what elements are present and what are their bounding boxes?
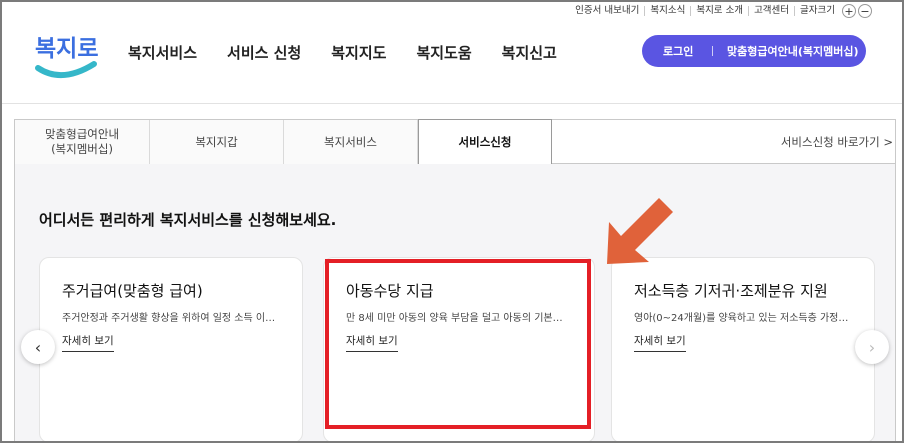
tab-welfare-services[interactable]: 복지서비스 [284,120,418,164]
font-size-increase-button[interactable]: + [842,4,856,18]
header-divider [2,103,902,104]
util-link-customer-center[interactable]: 고객센터 [749,6,796,16]
pill-divider [712,46,713,56]
service-panel: 맞춤형급여안내 (복지멤버십) 복지지갑 복지서비스 서비스신청 서비스신청 바로… [14,119,896,441]
global-nav: 복지서비스 서비스 신청 복지지도 복지도움 복지신고 [128,42,557,63]
font-size-label: 글자크기 [800,5,835,16]
section-headline: 어디서든 편리하게 복지서비스를 신청해보세요. [39,211,337,229]
tab-label: 맞춤형급여안내 (복지멤버십) [44,127,120,156]
logo-text: 복지로 [35,36,98,62]
util-link-news[interactable]: 복지소식 [645,6,692,16]
utility-bar: 인증서 내보내기 복지소식 복지로 소개 고객센터 글자크기 + − [570,3,872,19]
service-card-diaper-formula[interactable]: 저소득층 기저귀·조제분유 지원 영아(0~24개월)를 양육하고 있는 저소득… [611,257,875,441]
tab-label: 서비스신청 [458,134,512,149]
card-description: 영아(0~24개월)를 양육하고 있는 저소득층 가정… [634,313,849,324]
login-membership-pill: 로그인 맞춤형급여안내(복지멤버십) [642,35,866,67]
browser-frame: 인증서 내보내기 복지소식 복지로 소개 고객센터 글자크기 + − 복지로 복… [0,0,904,443]
gnb-welfare-map[interactable]: 복지지도 [331,42,386,63]
gnb-service-apply[interactable]: 서비스 신청 [227,42,301,63]
chevron-right-icon: › [868,337,876,357]
tab-customized-benefit[interactable]: 맞춤형급여안내 (복지멤버십) [15,120,150,164]
carousel-next-button[interactable]: › [855,330,889,364]
site-logo[interactable]: 복지로 [32,26,100,88]
card-description: 주거안정과 주거생활 향상을 위하여 일정 소득 이… [62,313,276,324]
logo-icon: 복지로 [35,36,98,78]
card-title: 주거급여(맞춤형 급여) [62,282,203,300]
card-title: 저소득층 기저귀·조제분유 지원 [634,282,828,300]
chevron-left-icon: ‹ [34,337,42,357]
panel-tabs: 맞춤형급여안내 (복지멤버십) 복지지갑 복지서비스 서비스신청 서비스신청 바로… [15,119,895,164]
util-link-cert-export[interactable]: 인증서 내보내기 [570,6,646,16]
font-size-decrease-button[interactable]: − [858,4,872,18]
customized-benefit-button[interactable]: 맞춤형급여안내(복지멤버십) [727,43,859,59]
util-link-about[interactable]: 복지로 소개 [691,6,750,16]
highlight-box [325,259,591,429]
tab-label: 복지지갑 [195,134,238,149]
service-card-housing[interactable]: 주거급여(맞춤형 급여) 주거안정과 주거생활 향상을 위하여 일정 소득 이…… [39,257,303,441]
gnb-welfare-help[interactable]: 복지도움 [416,42,471,63]
gnb-welfare-report[interactable]: 복지신고 [502,42,557,63]
card-more-link[interactable]: 자세히 보기 [634,333,686,352]
login-button[interactable]: 로그인 [642,43,712,59]
service-apply-shortcut-link[interactable]: 서비스신청 바로가기 > [781,120,893,164]
tab-welfare-wallet[interactable]: 복지지갑 [150,120,284,164]
annotation-arrow-icon [607,198,673,264]
card-more-link[interactable]: 자세히 보기 [62,333,114,352]
tab-service-apply[interactable]: 서비스신청 [418,119,552,164]
carousel-prev-button[interactable]: ‹ [21,330,55,364]
gnb-welfare-services[interactable]: 복지서비스 [128,42,197,63]
tab-label: 복지서비스 [324,134,377,149]
